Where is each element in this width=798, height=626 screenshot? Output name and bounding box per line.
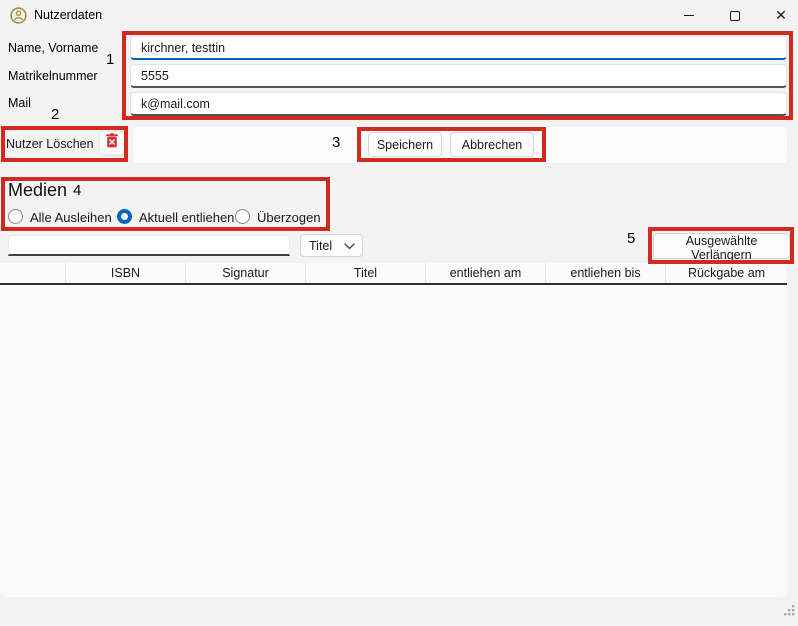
trash-delete-icon — [105, 133, 119, 153]
maximize-icon — [730, 11, 740, 21]
window-title: Nutzerdaten — [34, 8, 102, 22]
minimize-icon — [684, 15, 694, 16]
radio-ueberzogen[interactable] — [235, 209, 250, 224]
annotation-number-4: 4 — [73, 182, 81, 199]
user-circle-icon — [10, 7, 27, 24]
nutzerdaten-window: Nutzerdaten ✕ Name, Vorname Matrikelnumm… — [0, 0, 798, 626]
table-header-row: ISBN Signatur Titel entliehen am entlieh… — [0, 263, 787, 285]
cancel-button[interactable]: Abbrechen — [450, 132, 534, 157]
search-input[interactable] — [8, 235, 290, 256]
filter-dropdown[interactable]: Titel — [300, 234, 363, 257]
radio-aktuell-entliehen-label[interactable]: Aktuell entliehen — [139, 210, 234, 225]
close-button[interactable]: ✕ — [758, 0, 798, 31]
mail-input[interactable] — [130, 92, 787, 116]
matrikelnummer-input[interactable] — [130, 64, 787, 88]
column-header-isbn[interactable]: ISBN — [66, 263, 186, 283]
medien-heading: Medien — [8, 180, 67, 201]
matrikelnummer-label: Matrikelnummer — [8, 69, 98, 83]
column-header-rueckgabe-am[interactable]: Rückgabe am — [666, 263, 787, 283]
name-input[interactable] — [130, 36, 787, 60]
column-header-signatur[interactable]: Signatur — [186, 263, 306, 283]
delete-user-button[interactable] — [99, 131, 125, 155]
titlebar: Nutzerdaten ✕ — [0, 0, 798, 31]
mail-label: Mail — [8, 96, 31, 110]
column-header-titel[interactable]: Titel — [306, 263, 426, 283]
chevron-down-icon — [344, 237, 355, 255]
minimize-button[interactable] — [666, 0, 712, 31]
radio-aktuell-entliehen[interactable] — [117, 209, 132, 224]
resize-grip-icon[interactable] — [783, 604, 796, 622]
delete-user-label: Nutzer Löschen — [6, 137, 94, 151]
extend-selected-button[interactable]: Ausgewählte Verlängern — [653, 233, 790, 259]
table-body-empty — [0, 285, 787, 597]
annotation-number-2: 2 — [51, 106, 59, 123]
annotation-number-5: 5 — [627, 230, 635, 247]
save-button[interactable]: Speichern — [368, 132, 442, 157]
annotation-number-1: 1 — [106, 51, 114, 68]
column-header-entliehen-bis[interactable]: entliehen bis — [546, 263, 666, 283]
loans-table: ISBN Signatur Titel entliehen am entlieh… — [0, 263, 787, 597]
radio-ueberzogen-label[interactable]: Überzogen — [257, 210, 321, 225]
radio-alle-ausleihen-label[interactable]: Alle Ausleihen — [30, 210, 112, 225]
radio-alle-ausleihen[interactable] — [8, 209, 23, 224]
maximize-button[interactable] — [712, 0, 758, 31]
table-corner-cell — [0, 263, 66, 283]
column-header-entliehen-am[interactable]: entliehen am — [426, 263, 546, 283]
filter-dropdown-value: Titel — [301, 239, 344, 253]
close-icon: ✕ — [775, 7, 787, 24]
name-label: Name, Vorname — [8, 41, 98, 55]
